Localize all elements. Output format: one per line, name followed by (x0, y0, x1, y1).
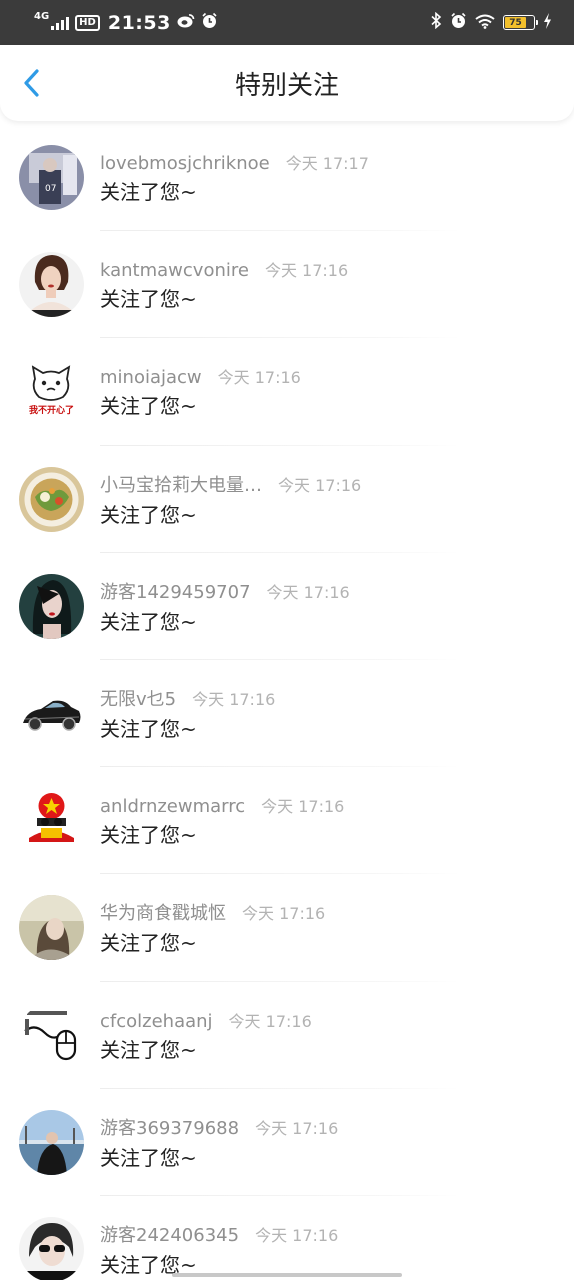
timestamp: 今天 17:16 (217, 368, 301, 388)
username[interactable]: 游客242406345 (100, 1221, 239, 1247)
list-item[interactable]: 07 lovebmosjchriknoe 今天 17:17 关注了您~ (0, 124, 574, 232)
username[interactable]: cfcolzehaanj (100, 1011, 213, 1032)
timestamp: 今天 17:16 (242, 904, 326, 924)
avatar[interactable] (19, 1216, 84, 1280)
alarm-icon (201, 12, 218, 33)
notification-message: 关注了您~ (100, 931, 197, 956)
username[interactable]: 游客369379688 (100, 1114, 239, 1140)
username[interactable]: minoiajacw (100, 367, 202, 388)
timestamp: 今天 17:17 (285, 154, 369, 174)
home-indicator[interactable] (172, 1273, 402, 1277)
timestamp: 今天 17:16 (255, 1118, 339, 1138)
avatar[interactable] (19, 788, 84, 854)
notification-message: 关注了您~ (100, 502, 197, 527)
notification-message: 关注了您~ (100, 1037, 197, 1062)
list-item[interactable]: 游客369379688 今天 17:16 关注了您~ (0, 1089, 574, 1196)
username[interactable]: anldrnzewmarrc (100, 796, 245, 817)
list-item[interactable]: 我不开心了 minoiajacw 今天 17:16 关注了您~ (0, 338, 574, 446)
list-item[interactable]: 华为商食戳城怄 今天 17:16 关注了您~ (0, 874, 574, 982)
weibo-icon (177, 13, 195, 32)
notification-message: 关注了您~ (100, 1145, 197, 1170)
avatar-caption: 我不开心了 (29, 404, 74, 416)
bluetooth-icon (431, 11, 442, 34)
alarm-icon (450, 12, 467, 34)
list-item[interactable]: kantmawcvonire 今天 17:16 关注了您~ (0, 231, 574, 339)
battery-level: 75 (509, 17, 522, 28)
notification-message: 关注了您~ (100, 823, 197, 848)
notification-message: 关注了您~ (100, 609, 197, 634)
battery-icon: 75 (503, 15, 538, 30)
list-item[interactable]: 游客242406345 今天 17:16 关注了您~ (0, 1196, 574, 1280)
network-type: 4G (34, 10, 50, 22)
username[interactable]: lovebmosjchriknoe (100, 153, 270, 174)
avatar[interactable]: 我不开心了 (19, 359, 84, 425)
timestamp: 今天 17:16 (255, 1225, 339, 1245)
username[interactable]: 华为商食戳城怄 (100, 899, 226, 925)
avatar[interactable] (19, 252, 84, 318)
avatar[interactable] (19, 1109, 84, 1175)
avatar[interactable]: 07 (19, 145, 84, 211)
follow-notification-list: 07 lovebmosjchriknoe 今天 17:17 关注了您~ kant… (0, 124, 574, 1280)
list-item[interactable]: 小马宝拾莉大电量… 今天 17:16 关注了您~ (0, 446, 574, 553)
avatar[interactable] (19, 573, 84, 639)
list-item[interactable]: 无限v乜5 今天 17:16 关注了您~ (0, 660, 574, 768)
signal-icon (51, 16, 70, 30)
timestamp: 今天 17:16 (261, 797, 345, 817)
username[interactable]: kantmawcvonire (100, 260, 249, 281)
list-item[interactable]: anldrnzewmarrc 今天 17:16 关注了您~ (0, 767, 574, 875)
svg-text:07: 07 (45, 184, 56, 194)
avatar[interactable] (19, 681, 84, 747)
notification-message: 关注了您~ (100, 180, 197, 205)
username[interactable]: 无限v乜5 (100, 685, 176, 711)
notification-message: 关注了您~ (100, 394, 197, 419)
timestamp: 今天 17:16 (266, 582, 350, 602)
notification-message: 关注了您~ (100, 717, 197, 742)
timestamp: 今天 17:16 (278, 475, 362, 495)
wifi-icon (475, 12, 495, 34)
notification-message: 关注了您~ (100, 287, 197, 312)
avatar[interactable] (19, 466, 84, 532)
timestamp: 今天 17:16 (228, 1011, 312, 1031)
avatar[interactable] (19, 895, 84, 961)
username[interactable]: 游客1429459707 (100, 578, 251, 604)
page-title: 特别关注 (234, 70, 339, 101)
status-bar: 4G HD 21:53 75 (0, 0, 574, 45)
chevron-left-icon (24, 69, 39, 97)
clock: 21:53 (107, 11, 171, 34)
charging-icon (543, 12, 552, 34)
nav-bar: 特别关注 (0, 45, 574, 121)
list-item[interactable]: cfcolzehaanj 今天 17:16 关注了您~ (0, 982, 574, 1089)
username[interactable]: 小马宝拾莉大电量… (100, 471, 262, 497)
timestamp: 今天 17:16 (264, 261, 349, 281)
avatar[interactable] (19, 1002, 84, 1068)
hd-badge: HD (75, 14, 100, 31)
timestamp: 今天 17:16 (192, 690, 276, 710)
list-item[interactable]: 游客1429459707 今天 17:16 关注了您~ (0, 553, 574, 660)
back-button[interactable] (14, 65, 50, 101)
